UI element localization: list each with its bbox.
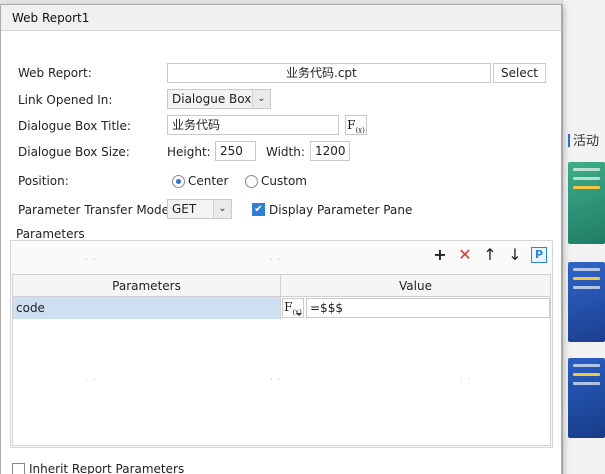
parameters-table: Parameters Value code F(x) =$$$ <box>12 274 551 446</box>
position-center-radio[interactable] <box>172 175 185 188</box>
formula-fx-icon[interactable]: F(x) <box>282 298 304 318</box>
link-opened-in-value: Dialogue Box <box>172 92 252 106</box>
height-label: Height: <box>167 145 211 159</box>
position-custom-radio[interactable] <box>245 175 258 188</box>
parameter-p-icon[interactable]: P <box>531 247 547 263</box>
height-input[interactable]: 250 <box>215 141 256 161</box>
arrow-down-icon[interactable]: ↓ <box>506 246 524 264</box>
add-icon[interactable]: + <box>431 246 449 264</box>
column-header-parameters[interactable]: Parameters <box>13 275 281 297</box>
display-parameter-pane-checkbox[interactable]: ✔ <box>252 203 265 216</box>
background-ad-banner[interactable] <box>568 162 605 244</box>
dialogue-box-title-input[interactable]: 业务代码 <box>167 115 339 135</box>
watermark-dots: · · <box>270 255 282 265</box>
web-report-path-field[interactable]: 业务代码.cpt <box>167 63 491 83</box>
arrow-up-icon[interactable]: ↑ <box>481 246 499 264</box>
dialog-title: Web Report1 <box>1 5 561 31</box>
width-label: Width: <box>266 145 305 159</box>
parameter-transfer-mode-label: Parameter Transfer Mode: <box>18 203 174 217</box>
chevron-down-icon[interactable]: ⌄ <box>213 200 231 218</box>
link-opened-in-label: Link Opened In: <box>18 93 113 107</box>
watermark-dots: · · <box>460 375 472 385</box>
formula-fx-icon[interactable]: F(x) <box>345 115 367 135</box>
link-opened-in-select[interactable]: Dialogue Box ⌄ <box>167 89 271 109</box>
parameter-transfer-mode-value: GET <box>172 202 197 216</box>
background-activity-label: 活动 <box>568 130 599 149</box>
watermark-dots: · · <box>85 255 97 265</box>
chevron-down-icon[interactable]: ⌄ <box>252 90 270 108</box>
background-ad-banner[interactable] <box>568 358 605 438</box>
watermark-dots: · · <box>270 375 282 385</box>
background-ad-banner[interactable] <box>568 262 605 342</box>
web-report-label: Web Report: <box>18 66 92 80</box>
dialogue-box-title-label: Dialogue Box Title: <box>18 119 131 133</box>
watermark-dots: · · <box>85 375 97 385</box>
display-parameter-pane-label: Display Parameter Pane <box>269 203 413 217</box>
position-center-label: Center <box>188 174 229 188</box>
parameter-transfer-mode-select[interactable]: GET ⌄ <box>167 199 232 219</box>
inherit-report-parameters-checkbox[interactable] <box>12 463 25 474</box>
select-button[interactable]: Select <box>493 63 546 83</box>
column-header-value[interactable]: Value <box>281 275 550 297</box>
width-input[interactable]: 1200 <box>310 141 350 161</box>
parameters-group-title: Parameters <box>16 227 85 241</box>
delete-icon[interactable]: ✕ <box>456 246 474 264</box>
position-custom-label: Custom <box>261 174 307 188</box>
inherit-report-parameters-label: Inherit Report Parameters <box>29 462 185 474</box>
dropdown-triangle-icon <box>296 313 302 316</box>
dialogue-box-size-label: Dialogue Box Size: <box>18 145 130 159</box>
table-row-parameter-value[interactable]: =$$$ <box>306 298 550 318</box>
table-row-parameter-name[interactable]: code <box>13 297 281 319</box>
position-label: Position: <box>18 174 69 188</box>
